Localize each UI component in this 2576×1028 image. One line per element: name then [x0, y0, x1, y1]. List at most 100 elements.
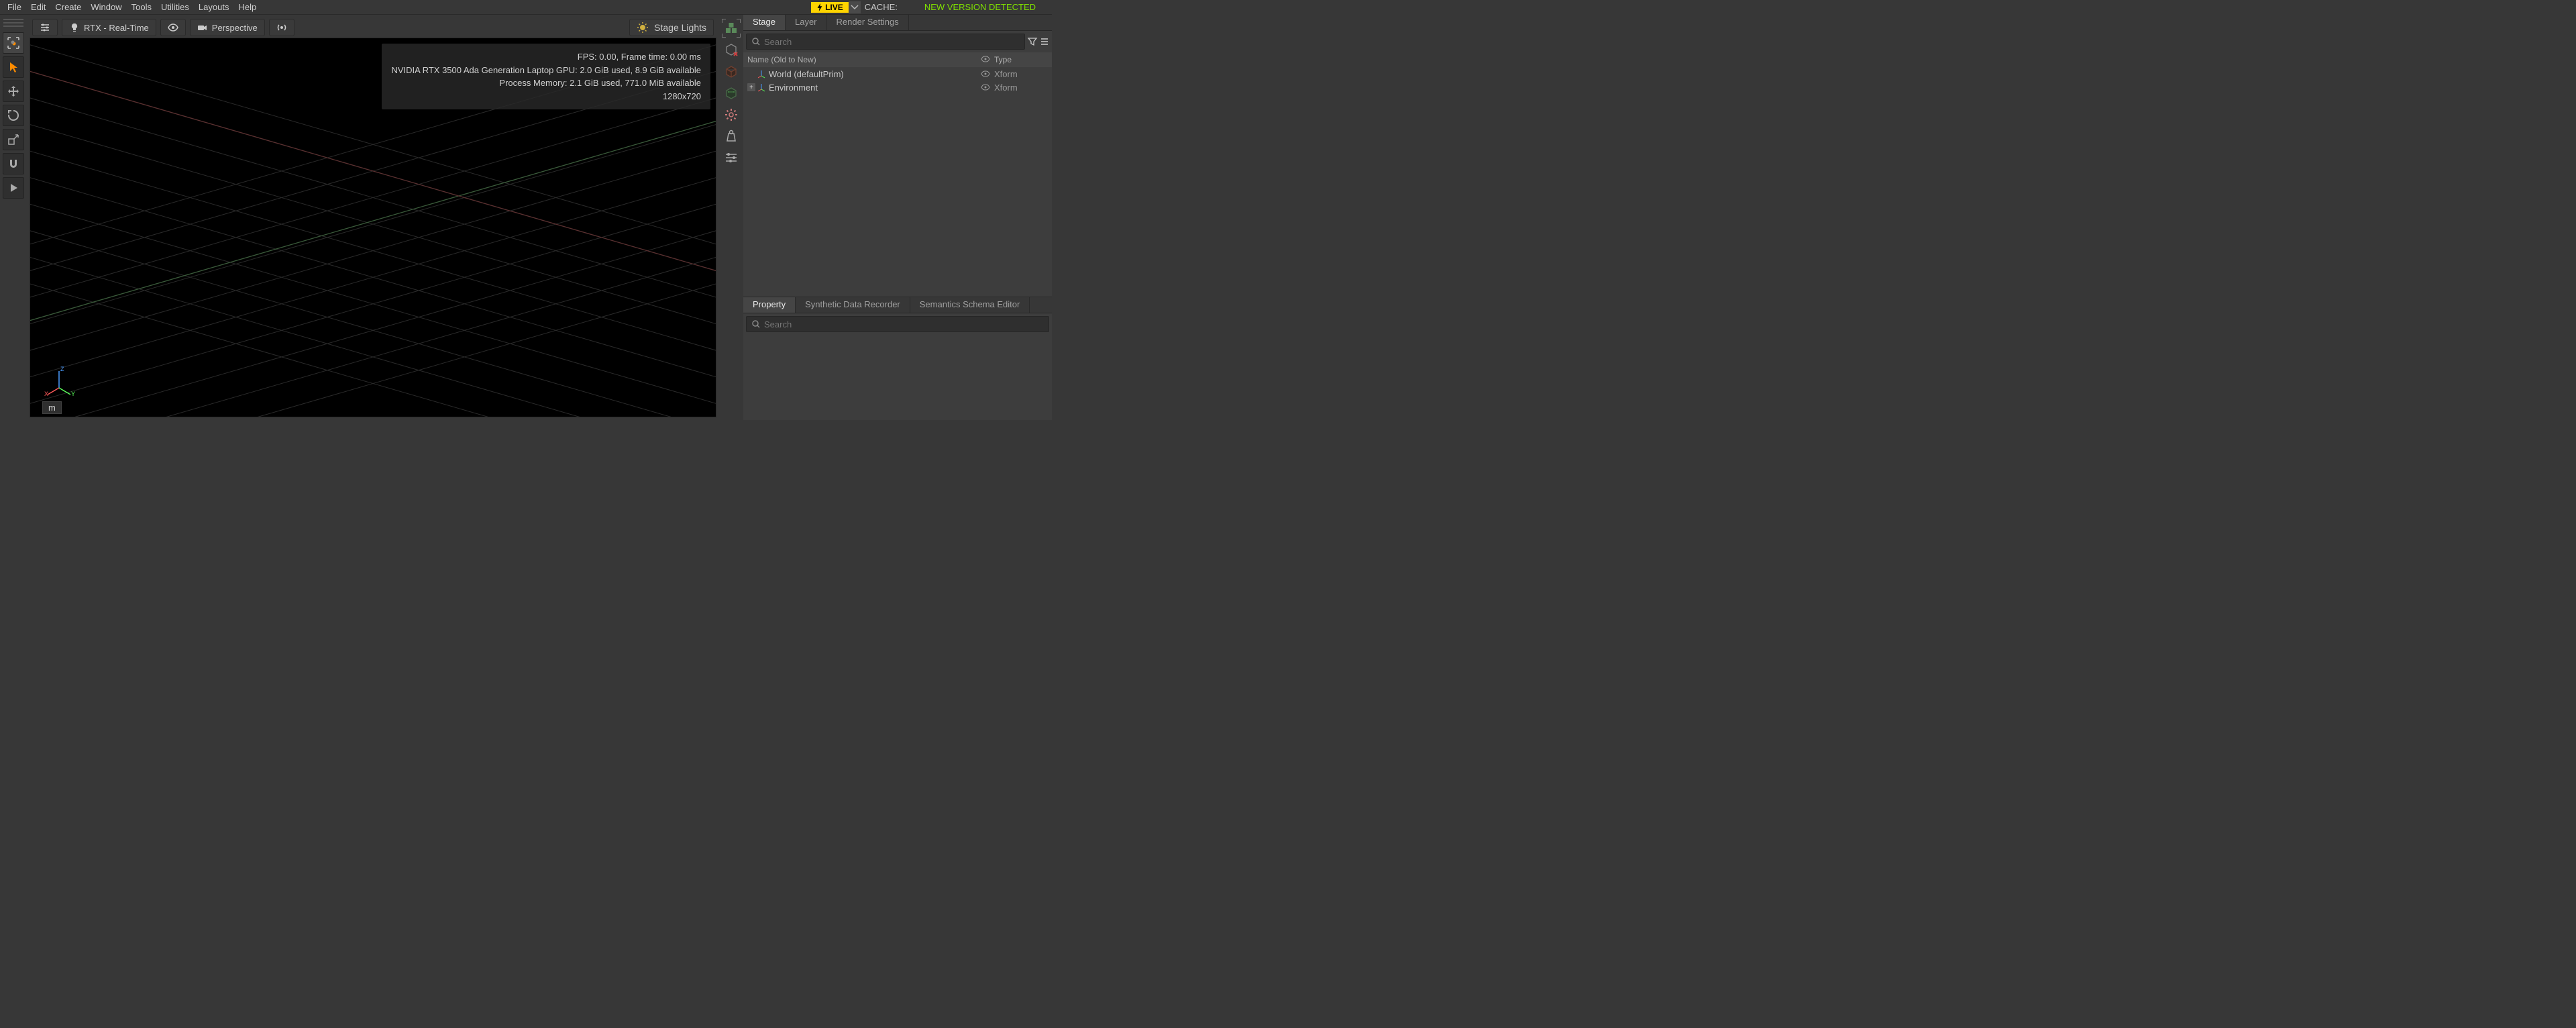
eye-icon	[981, 70, 990, 77]
sliders-button[interactable]	[722, 149, 740, 166]
viewport-toolbar: RTX - Real-Time Perspective Stage Lights	[30, 17, 716, 38]
drag-handle[interactable]	[3, 19, 23, 27]
cube-button[interactable]	[722, 63, 740, 81]
lightning-icon	[816, 3, 823, 11]
filter-icon[interactable]	[1028, 37, 1037, 46]
rotate-tool-button[interactable]	[3, 105, 24, 126]
tree-label: World (defaultPrim)	[769, 69, 977, 79]
tree-visibility-toggle[interactable]	[977, 83, 994, 93]
eye-icon	[981, 84, 990, 91]
menu-file[interactable]: File	[3, 1, 26, 13]
tab-layer[interactable]: Layer	[786, 15, 827, 30]
sun-icon	[637, 21, 649, 34]
tab-stage[interactable]: Stage	[743, 15, 786, 30]
hud-resolution: 1280x720	[391, 90, 701, 103]
stage-search[interactable]	[746, 34, 1025, 50]
stage-columns-header[interactable]: Name (Old to New) Type	[743, 52, 1052, 67]
xform-icon	[757, 69, 766, 79]
tree-label: Environment	[769, 83, 977, 93]
chevron-down-icon	[851, 5, 858, 9]
property-search-input[interactable]	[764, 319, 1043, 329]
stage-tabs: Stage Layer Render Settings	[743, 15, 1052, 31]
snap-tool-button[interactable]	[3, 153, 24, 174]
units-indicator[interactable]: m	[42, 401, 62, 414]
scale-icon	[7, 133, 20, 146]
magnet-icon	[7, 157, 20, 170]
xform-icon	[757, 83, 766, 92]
stage-search-input[interactable]	[764, 37, 1019, 47]
tree-type: Xform	[994, 83, 1048, 93]
tab-synthetic-data-recorder[interactable]: Synthetic Data Recorder	[796, 297, 910, 313]
select-bracket-icon	[7, 36, 20, 50]
weight-icon	[724, 129, 739, 144]
menu-tools[interactable]: Tools	[127, 1, 156, 13]
stage-tree: World (defaultPrim) Xform + Environment	[743, 67, 1052, 297]
col-type-header[interactable]: Type	[994, 55, 1048, 64]
broadcast-button[interactable]	[269, 19, 294, 36]
viewport-settings-button[interactable]	[32, 19, 58, 36]
cube-icon	[724, 64, 739, 79]
svg-text:X: X	[44, 391, 48, 397]
axis-gizmo[interactable]: Z X Y	[42, 364, 76, 398]
hud-fps: FPS: 0.00, Frame time: 0.00 ms	[391, 50, 701, 64]
cursor-tool-button[interactable]	[3, 56, 24, 78]
new-version-notice[interactable]: NEW VERSION DETECTED	[924, 2, 1036, 12]
tree-visibility-toggle[interactable]	[977, 69, 994, 79]
camera-icon	[197, 22, 208, 33]
cube-x-icon	[724, 43, 739, 58]
hud-memory: Process Memory: 2.1 GiB used, 771.0 MiB …	[391, 76, 701, 90]
eye-icon	[168, 22, 178, 33]
menu-create[interactable]: Create	[50, 1, 86, 13]
stage-lights-toggle[interactable]: Stage Lights	[629, 19, 714, 36]
gear-icon	[724, 107, 739, 122]
live-dropdown[interactable]	[849, 1, 861, 13]
camera-dropdown[interactable]: Perspective	[190, 19, 265, 36]
expand-button[interactable]: +	[747, 83, 755, 91]
tree-row-world[interactable]: World (defaultPrim) Xform	[743, 67, 1052, 81]
tree-row-environment[interactable]: + Environment Xform	[743, 81, 1052, 94]
remove-cube-button[interactable]	[722, 42, 740, 59]
tree-type: Xform	[994, 69, 1048, 79]
selection-frame-icon[interactable]	[722, 19, 741, 38]
play-tool-button[interactable]	[3, 177, 24, 199]
visibility-button[interactable]	[160, 19, 186, 36]
property-tabs: Property Synthetic Data Recorder Semanti…	[743, 297, 1052, 313]
menu-help[interactable]: Help	[233, 1, 261, 13]
move-icon	[7, 85, 20, 98]
scale-tool-button[interactable]	[3, 129, 24, 150]
tab-render-settings[interactable]: Render Settings	[827, 15, 909, 30]
svg-text:Z: Z	[60, 366, 64, 372]
play-icon	[7, 181, 20, 195]
select-tool-button[interactable]	[3, 32, 24, 54]
tab-property[interactable]: Property	[743, 297, 796, 313]
sliders-icon	[724, 150, 739, 165]
left-toolbar	[0, 15, 27, 420]
eye-icon	[981, 56, 990, 62]
property-body	[743, 335, 1052, 420]
renderer-dropdown[interactable]: RTX - Real-Time	[62, 19, 156, 36]
viewport[interactable]: FPS: 0.00, Frame time: 0.00 ms NVIDIA RT…	[30, 38, 716, 417]
live-badge[interactable]: LIVE	[811, 2, 849, 13]
rotate-icon	[7, 109, 20, 122]
settings-button[interactable]	[722, 106, 740, 123]
svg-text:Y: Y	[71, 391, 75, 397]
tab-semantics-schema-editor[interactable]: Semantics Schema Editor	[910, 297, 1030, 313]
menu-utilities[interactable]: Utilities	[156, 1, 194, 13]
menu-layouts[interactable]: Layouts	[194, 1, 234, 13]
cubes-icon	[724, 21, 738, 35]
search-icon	[752, 320, 760, 328]
cache-label: CACHE:	[865, 2, 898, 12]
sliders-icon	[40, 22, 50, 33]
col-name-header[interactable]: Name (Old to New)	[747, 55, 977, 64]
menu-window[interactable]: Window	[86, 1, 126, 13]
col-visibility-header	[977, 55, 994, 64]
menu-edit[interactable]: Edit	[26, 1, 50, 13]
move-tool-button[interactable]	[3, 81, 24, 102]
menu-icon[interactable]	[1040, 37, 1049, 46]
weight-button[interactable]	[722, 127, 740, 145]
broadcast-icon	[276, 22, 287, 33]
circuit-cube-icon	[724, 86, 739, 101]
circuit-button[interactable]	[722, 85, 740, 102]
cursor-icon	[7, 60, 20, 74]
property-search[interactable]	[746, 316, 1049, 332]
